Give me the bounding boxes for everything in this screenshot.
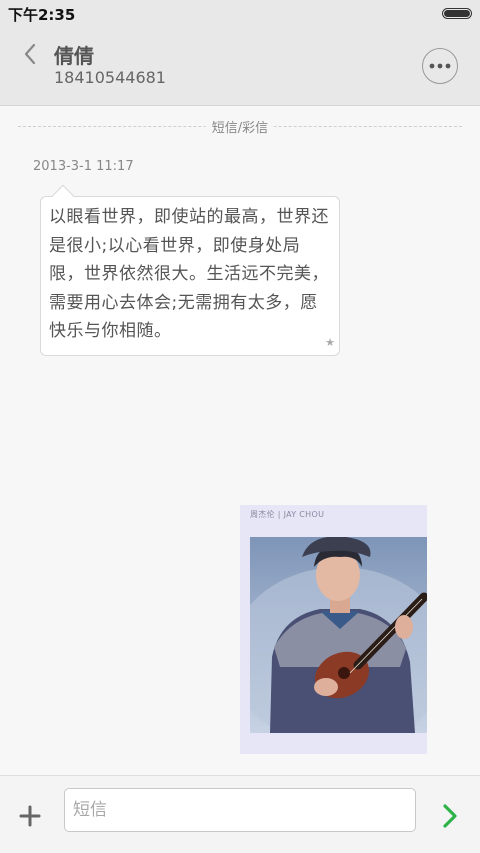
mms-caption: 周杰伦 | JAY CHOU xyxy=(250,510,325,519)
add-attachment-button[interactable] xyxy=(18,804,42,828)
send-button[interactable] xyxy=(440,802,460,830)
thread-type-label: 短信/彩信 xyxy=(205,117,275,136)
status-bar: 下午2:35 xyxy=(0,0,480,28)
mms-image-attachment[interactable]: 周杰伦 | JAY CHOU xyxy=(240,505,427,754)
composer-bar xyxy=(0,775,480,853)
sms-input[interactable] xyxy=(64,788,416,832)
star-icon: ★ xyxy=(325,336,335,349)
conversation-header: 倩倩 18410544681 xyxy=(0,28,480,106)
chevron-left-icon xyxy=(24,43,36,65)
person-with-ukulele-image xyxy=(250,537,427,733)
more-options-button[interactable] xyxy=(422,48,458,84)
message-bubble[interactable]: 以眼看世界，即使站的最高，世界还是很小;以心看世界，即使身处局限，世界依然很大。… xyxy=(40,184,340,356)
thread-type-divider: 短信/彩信 xyxy=(18,116,462,136)
contact-name: 倩倩 xyxy=(54,44,94,68)
battery-level xyxy=(444,10,470,17)
more-dots-icon xyxy=(429,63,451,69)
back-button[interactable] xyxy=(16,40,44,68)
message-text: 以眼看世界，即使站的最高，世界还是很小;以心看世界，即使身处局限，世界依然很大。… xyxy=(49,207,329,341)
plus-icon xyxy=(19,805,41,827)
send-chevron-icon xyxy=(443,804,457,828)
battery-icon xyxy=(442,8,472,19)
message-timestamp: 2013-3-1 11:17 xyxy=(33,159,134,174)
mms-photo xyxy=(250,537,427,733)
contact-number: 18410544681 xyxy=(54,68,166,87)
status-time: 下午2:35 xyxy=(8,6,76,24)
